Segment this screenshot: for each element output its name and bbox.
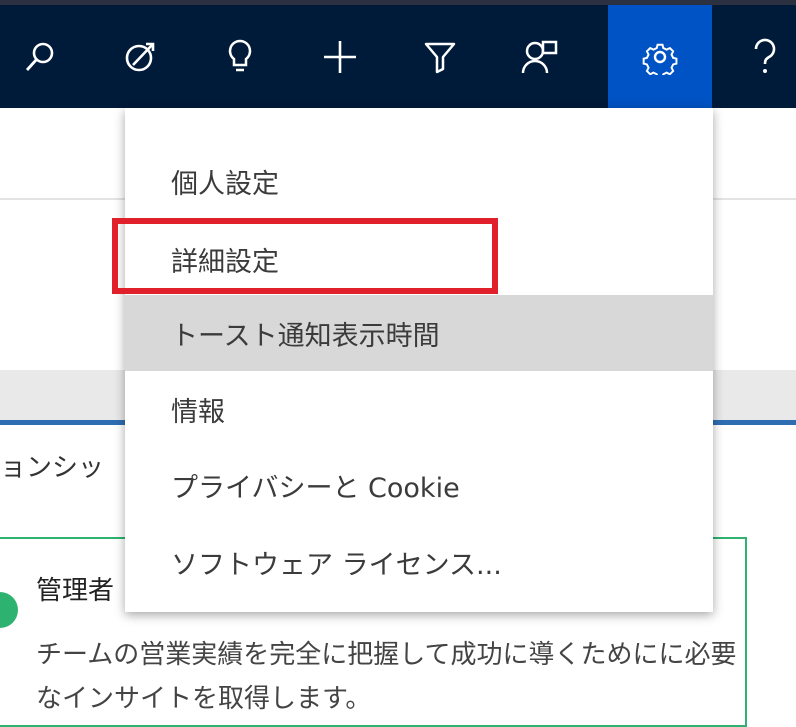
search-icon bbox=[25, 42, 54, 71]
settings-dropdown-menu: 個人設定 詳細設定 トースト通知表示時間 情報 プライバシーと Cookie ソ… bbox=[125, 108, 713, 612]
help-icon bbox=[754, 38, 776, 73]
search-button[interactable] bbox=[5, 5, 75, 108]
new-icon bbox=[324, 40, 356, 73]
relationship-tab-label[interactable]: ョンシッ bbox=[0, 447, 104, 484]
card-description: チームの営業実績を完全に把握して成功に導くためにに必要なインサイトを取得します。 bbox=[36, 640, 737, 714]
task-icon bbox=[125, 42, 155, 71]
lightbulb-icon bbox=[228, 39, 252, 71]
task-button[interactable] bbox=[105, 5, 175, 108]
menu-item-label: プライバシーと Cookie bbox=[171, 472, 460, 504]
menu-item-privacy-cookies[interactable]: プライバシーと Cookie bbox=[125, 447, 713, 523]
help-button[interactable] bbox=[730, 5, 796, 108]
filter-button[interactable] bbox=[405, 5, 475, 108]
card-title: 管理者 bbox=[36, 576, 115, 606]
menu-item-toast-duration[interactable]: トースト通知表示時間 bbox=[125, 295, 713, 371]
top-navigation-bar bbox=[0, 0, 796, 108]
new-record-button[interactable] bbox=[305, 5, 375, 108]
lightbulb-button[interactable] bbox=[205, 5, 275, 108]
menu-item-personal-settings[interactable]: 個人設定 bbox=[125, 143, 713, 219]
assistant-button[interactable] bbox=[505, 5, 575, 108]
menu-item-label: 情報 bbox=[171, 396, 225, 428]
menu-item-label: 個人設定 bbox=[171, 168, 279, 200]
settings-button[interactable] bbox=[608, 5, 712, 108]
settings-icon bbox=[642, 43, 678, 75]
menu-item-about[interactable]: 情報 bbox=[125, 371, 713, 447]
menu-item-label: ソフトウェア ライセンス... bbox=[171, 549, 502, 581]
filter-icon bbox=[424, 42, 456, 73]
menu-item-label: トースト通知表示時間 bbox=[171, 320, 440, 352]
annotation-highlight-box bbox=[112, 218, 498, 294]
assistant-icon bbox=[521, 40, 558, 73]
menu-item-software-license[interactable]: ソフトウェア ライセンス... bbox=[125, 524, 713, 600]
